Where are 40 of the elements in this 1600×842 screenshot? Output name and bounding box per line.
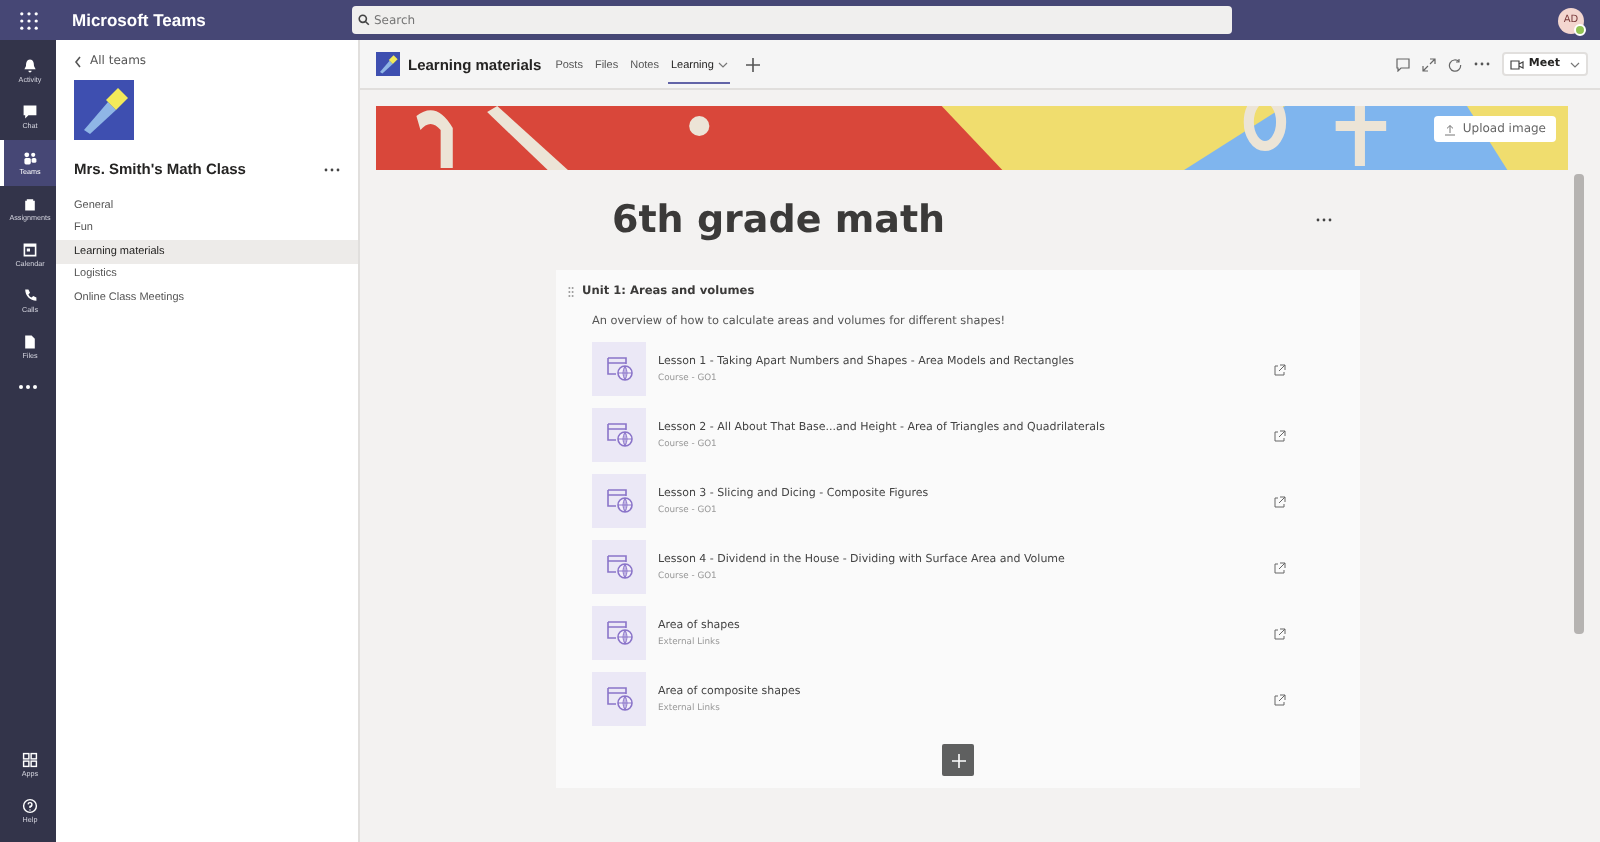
presence-dot-icon — [1574, 23, 1586, 35]
web-globe-icon — [592, 540, 646, 594]
chevron-down-icon[interactable] — [717, 62, 728, 68]
flashlight-logo-icon — [376, 52, 400, 76]
web-globe-icon — [592, 408, 646, 462]
web-globe-icon — [592, 672, 646, 726]
phone-icon — [22, 288, 38, 304]
calendar-icon — [22, 242, 38, 258]
teams-icon — [22, 150, 38, 166]
expand-icon[interactable] — [1422, 57, 1437, 71]
open-external-icon[interactable] — [1274, 561, 1286, 573]
file-icon — [22, 334, 38, 350]
open-external-icon[interactable] — [1274, 363, 1286, 375]
open-external-icon[interactable] — [1274, 693, 1286, 705]
apps-icon — [22, 752, 38, 768]
open-external-icon[interactable] — [1274, 429, 1286, 441]
web-globe-icon — [592, 606, 646, 660]
flashlight-logo-icon — [74, 80, 134, 140]
upload-icon — [1444, 123, 1457, 135]
web-globe-icon — [592, 474, 646, 528]
app-launcher-icon[interactable] — [20, 11, 38, 29]
help-icon — [22, 798, 38, 814]
chat-icon — [22, 104, 38, 120]
chat-icon[interactable] — [1396, 57, 1411, 71]
chevron-left-icon — [74, 55, 82, 67]
plus-icon — [951, 753, 965, 767]
open-external-icon[interactable] — [1274, 495, 1286, 507]
refresh-icon[interactable] — [1448, 57, 1463, 71]
page-title: 6th grade math — [612, 198, 946, 242]
search-icon — [358, 14, 370, 26]
open-external-icon[interactable] — [1274, 627, 1286, 639]
web-globe-icon — [592, 342, 646, 396]
more-icon[interactable] — [18, 384, 38, 390]
bell-icon — [22, 58, 38, 74]
video-camera-icon — [1510, 59, 1525, 69]
add-tab-icon[interactable] — [745, 57, 760, 71]
bag-icon — [22, 196, 38, 212]
app-title: Microsoft Teams — [72, 10, 208, 30]
add-button[interactable] — [942, 744, 974, 776]
caret-icon[interactable] — [1570, 61, 1580, 67]
